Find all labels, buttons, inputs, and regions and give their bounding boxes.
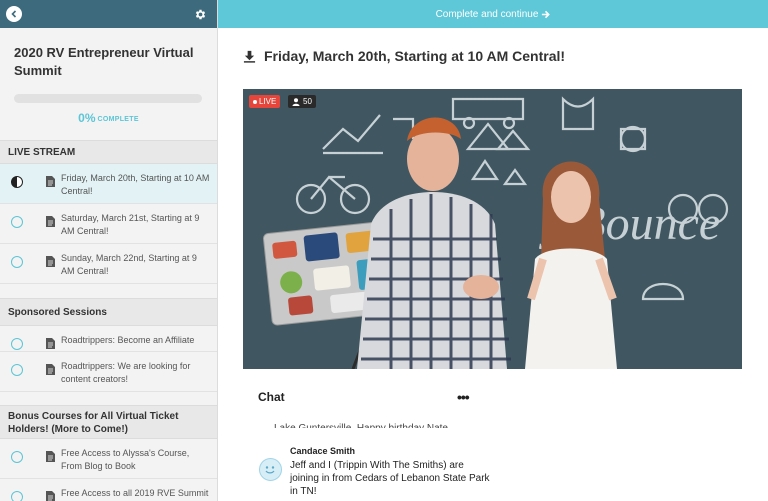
sidebar-topbar (0, 0, 217, 28)
lesson-label: Roadtrippers: Become an Affiliate (61, 335, 195, 345)
lesson-title: Friday, March 20th, Starting at 10 AM Ce… (264, 48, 566, 64)
not-started-status-icon (11, 216, 23, 228)
lesson-heading: Friday, March 20th, Starting at 10 AM Ce… (243, 48, 565, 64)
course-title: 2020 RV Entrepreneur Virtual Summit (14, 45, 194, 78)
lesson-label: Free Access to Alyssa's Course, From Blo… (61, 448, 190, 471)
section-header-sponsored: Sponsored Sessions (0, 298, 217, 326)
live-stream-video[interactable]: y Bounce LIVE 50 (243, 89, 742, 369)
chevron-left-icon (11, 10, 17, 18)
document-icon (46, 338, 55, 349)
document-icon (46, 451, 55, 462)
progress-percent: 0% (78, 111, 96, 125)
section-header-live-stream: LIVE STREAM (0, 140, 217, 164)
live-label: LIVE (259, 97, 277, 106)
lesson-topbar: Complete and continue (218, 0, 768, 28)
lesson-label: Friday, March 20th, Starting at 10 AM Ce… (61, 173, 210, 196)
not-started-status-icon (11, 256, 23, 268)
lesson-item-affiliate[interactable]: Roadtrippers: Become an Affiliate (0, 326, 217, 352)
section-header-bonus-courses: Bonus Courses for All Virtual Ticket Hol… (0, 405, 217, 439)
back-button[interactable] (6, 6, 22, 22)
chat-options-button[interactable]: ••• (457, 389, 470, 405)
video-frame-image: y Bounce (243, 89, 742, 369)
complete-label: Complete and continue (435, 8, 539, 20)
avatar (259, 458, 282, 481)
lesson-item-blog-to-book[interactable]: Free Access to Alyssa's Course, From Blo… (0, 439, 217, 479)
not-started-status-icon (11, 338, 23, 350)
live-dot-icon (253, 99, 257, 104)
document-icon (46, 176, 55, 187)
lesson-label: Saturday, March 21st, Starting at 9 AM C… (61, 213, 200, 236)
chat-title: Chat (258, 390, 285, 404)
lesson-item-friday[interactable]: Friday, March 20th, Starting at 10 AM Ce… (0, 164, 217, 204)
progress-label: COMPLETE (97, 116, 139, 123)
chat-message-author: Candace Smith (290, 446, 356, 456)
lesson-label: Sunday, March 22nd, Starting at 9 AM Cen… (61, 253, 197, 276)
arrow-right-icon (542, 10, 551, 18)
lesson-label: Free Access to all 2019 RVE Summit (61, 488, 209, 498)
chat-message-text: Jeff and I (Trippin With The Smiths) are… (290, 460, 490, 497)
in-progress-status-icon (11, 176, 23, 188)
document-icon (46, 364, 55, 375)
not-started-status-icon (11, 364, 23, 376)
document-icon (46, 216, 55, 227)
curriculum-list: LIVE STREAM Friday, March 20th, Starting… (0, 140, 217, 501)
lesson-item-2019-summit[interactable]: Free Access to all 2019 RVE Summit (0, 479, 217, 501)
not-started-status-icon (11, 451, 23, 463)
course-progress-bar (14, 94, 202, 103)
download-icon[interactable] (243, 50, 256, 63)
document-icon (46, 256, 55, 267)
lesson-item-sunday[interactable]: Sunday, March 22nd, Starting at 9 AM Cen… (0, 244, 217, 284)
user-icon (292, 97, 300, 106)
lesson-item-saturday[interactable]: Saturday, March 21st, Starting at 9 AM C… (0, 204, 217, 244)
document-icon (46, 491, 55, 501)
previous-chat-message: Lake Guntersville. Happy birthday Nate. (274, 419, 494, 428)
viewer-count: 50 (303, 97, 312, 106)
gear-icon (195, 9, 205, 19)
complete-and-continue-button[interactable]: Complete and continue (436, 9, 551, 20)
smiley-avatar-icon (265, 466, 275, 474)
live-badge: LIVE (249, 95, 281, 108)
lesson-label: Roadtrippers: We are looking for content… (61, 361, 191, 384)
viewer-count-badge: 50 (288, 95, 316, 108)
settings-button[interactable] (192, 6, 208, 22)
progress-readout: 0% COMPLETE (0, 111, 217, 125)
not-started-status-icon (11, 491, 23, 501)
lesson-item-content-creators[interactable]: Roadtrippers: We are looking for content… (0, 352, 217, 392)
course-sidebar: 2020 RV Entrepreneur Virtual Summit 0% CO… (0, 0, 218, 501)
